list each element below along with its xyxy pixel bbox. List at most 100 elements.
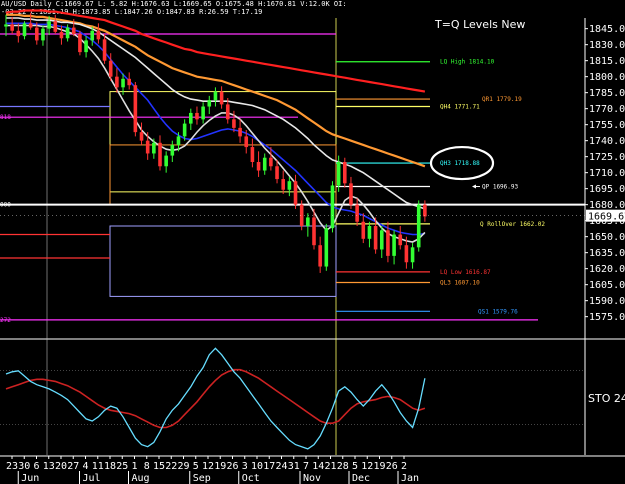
candle-body [22, 23, 27, 37]
time-tick-label: 19 [373, 461, 385, 472]
candle-body [164, 155, 168, 167]
time-tick-label: 28 [337, 461, 349, 472]
time-tick-label: 5 [193, 461, 199, 472]
candle-body [102, 39, 107, 61]
time-tick-label: 23 [6, 461, 18, 472]
candle-body [306, 217, 310, 226]
price-tick-label: 1740.00 [589, 136, 625, 147]
left-stub-label: 818 [0, 114, 11, 121]
time-tick-label: 27 [67, 461, 79, 472]
candle-body [392, 234, 396, 256]
q-level-label: QS1 1579.76 [478, 308, 518, 315]
price-tick-label: 1815.00 [589, 56, 625, 67]
candle-body [379, 230, 384, 250]
candle-body [293, 181, 298, 205]
q-level-label: QL3 1607.10 [440, 280, 480, 287]
candle-body [16, 30, 21, 37]
time-tick-label: 2 [401, 461, 407, 472]
candle-body [410, 247, 415, 263]
time-tick-label: 15 [153, 461, 165, 472]
candle-body [250, 147, 255, 162]
candle-body [41, 28, 45, 41]
price-tick-label: 1725.00 [589, 152, 625, 163]
candle-body [281, 179, 285, 190]
candle-body [84, 40, 88, 53]
candle-body [59, 31, 64, 39]
candle-body [275, 166, 279, 180]
price-tick-label: 1620.00 [589, 264, 625, 275]
candle-body [213, 91, 218, 101]
month-label: Jul [83, 473, 101, 484]
candle-body [90, 30, 95, 41]
candle-body [158, 142, 162, 167]
candle-body [78, 34, 82, 53]
stoch-label: STO 24 [588, 392, 625, 405]
candle-body [318, 245, 322, 267]
candle-body [65, 27, 70, 39]
candle-body [386, 230, 390, 256]
left-stub-label: 272 [0, 317, 11, 324]
candle-body [324, 228, 329, 267]
time-tick-label: 26 [386, 461, 398, 472]
price-tick-label: 1830.00 [589, 40, 625, 51]
month-label: Oct [242, 473, 260, 484]
time-tick-label: 19 [214, 461, 226, 472]
time-tick-label: 10 [251, 461, 263, 472]
time-tick-label: 17 [263, 461, 275, 472]
candle-body [416, 204, 421, 248]
q-level-label: QH4 1771.71 [440, 104, 480, 111]
current-price-label: 1669.67 [588, 212, 625, 223]
candle-body [176, 136, 181, 145]
q-level-label: QR1 1779.19 [482, 96, 522, 103]
candle-body [96, 30, 101, 40]
candle-body [287, 181, 292, 190]
price-tick-label: 1710.00 [589, 168, 625, 179]
q-level-label: QP 1696.93 [482, 184, 519, 191]
month-label: Dec [352, 473, 370, 484]
candle-body [269, 157, 273, 167]
left-stub-label: 000 [0, 202, 11, 209]
time-tick-label: 13 [43, 461, 55, 472]
candle-body [225, 104, 230, 120]
chart: AU/USD Daily C:1669.67 L: 5.82 H:1676.63… [0, 0, 625, 484]
candle-body [355, 204, 359, 222]
candle-body [47, 21, 51, 29]
candle-body [336, 162, 341, 186]
time-tick-label: 11 [92, 461, 104, 472]
candle-body [108, 60, 113, 77]
candle-body [207, 100, 212, 107]
candle-body [170, 144, 175, 156]
time-tick-label: 30 [18, 461, 30, 472]
price-tick-label: 1575.00 [589, 312, 625, 323]
price-tick-label: 1800.00 [589, 72, 625, 83]
q-level-label: LQ High 1814.10 [440, 59, 495, 66]
candle-body [299, 204, 304, 226]
candle-body [201, 106, 205, 120]
price-tick-label: 1680.00 [589, 200, 625, 211]
candle-body [423, 204, 427, 217]
month-label: Aug [132, 473, 150, 484]
candle-body [10, 24, 14, 31]
time-tick-label: 4 [82, 461, 88, 472]
candle-body [330, 185, 335, 229]
time-tick-label: 12 [361, 461, 373, 472]
time-tick-label: 26 [226, 461, 238, 472]
candle-body [244, 136, 249, 148]
candle-body [53, 21, 58, 32]
candle-body [133, 85, 138, 133]
price-tick-label: 1635.00 [589, 248, 625, 259]
candle-body [182, 123, 187, 137]
candle-body [404, 245, 409, 263]
time-tick-label: 24 [275, 461, 287, 472]
time-tick-label: 3 [242, 461, 248, 472]
month-label: Nov [303, 473, 321, 484]
candle-body [367, 226, 372, 239]
time-tick-label: 14 [312, 461, 324, 472]
header-line-1: -03-22 C:1851.19 H:1873.85 L:1847.26 O:1… [1, 8, 262, 16]
candle-body [28, 23, 33, 28]
price-tick-label: 1755.00 [589, 120, 625, 131]
candle-body [219, 91, 224, 105]
time-tick-label: 31 [288, 461, 300, 472]
time-tick-label: 29 [177, 461, 189, 472]
time-tick-label: 12 [202, 461, 214, 472]
